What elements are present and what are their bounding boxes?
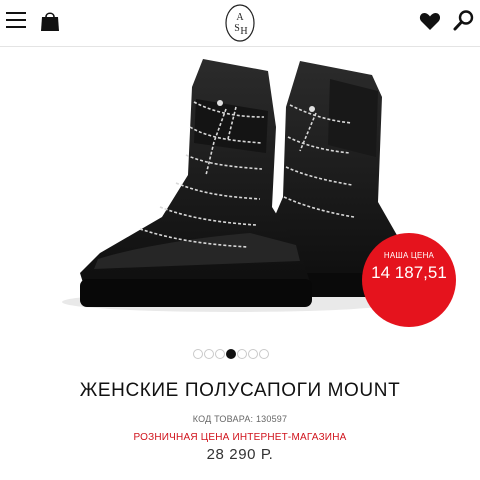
top-header: A S H [0,0,480,47]
our-price-badge[interactable]: НАША ЦЕНА 14 187,51 [362,233,456,327]
badge-price: 14 187,51 [371,263,447,282]
retail-price-label: РОЗНИЧНАЯ ЦЕНА ИНТЕРНЕТ-МАГАЗИНА [133,432,347,443]
product-sku: КОД ТОВАРА: 130597 [0,414,480,424]
shopping-bag-icon[interactable] [38,9,62,33]
product-title: ЖЕНСКИЕ ПОЛУСАПОГИ MOUNT [79,380,401,401]
badge-label: НАША ЦЕНА [383,251,435,260]
ash-logo[interactable]: A S H [223,3,257,43]
svg-text:H: H [240,26,247,37]
gallery-dot[interactable] [259,349,269,359]
svg-text:S: S [234,23,240,34]
sku-value: 130597 [255,414,288,424]
gallery-dot[interactable] [237,349,247,359]
svg-text:A: A [236,12,244,23]
gallery-dot[interactable] [193,349,203,359]
sku-label: КОД ТОВАРА: [192,414,254,424]
gallery-dot[interactable] [248,349,258,359]
gallery-dot-active[interactable] [226,349,236,359]
hamburger-menu-icon[interactable] [6,11,26,29]
search-icon[interactable] [452,8,476,32]
gallery-dot[interactable] [204,349,214,359]
heart-icon[interactable] [418,9,442,33]
retail-price: 28 290 Р. [206,446,274,463]
gallery-dot[interactable] [215,349,225,359]
gallery-pagination [193,349,269,359]
